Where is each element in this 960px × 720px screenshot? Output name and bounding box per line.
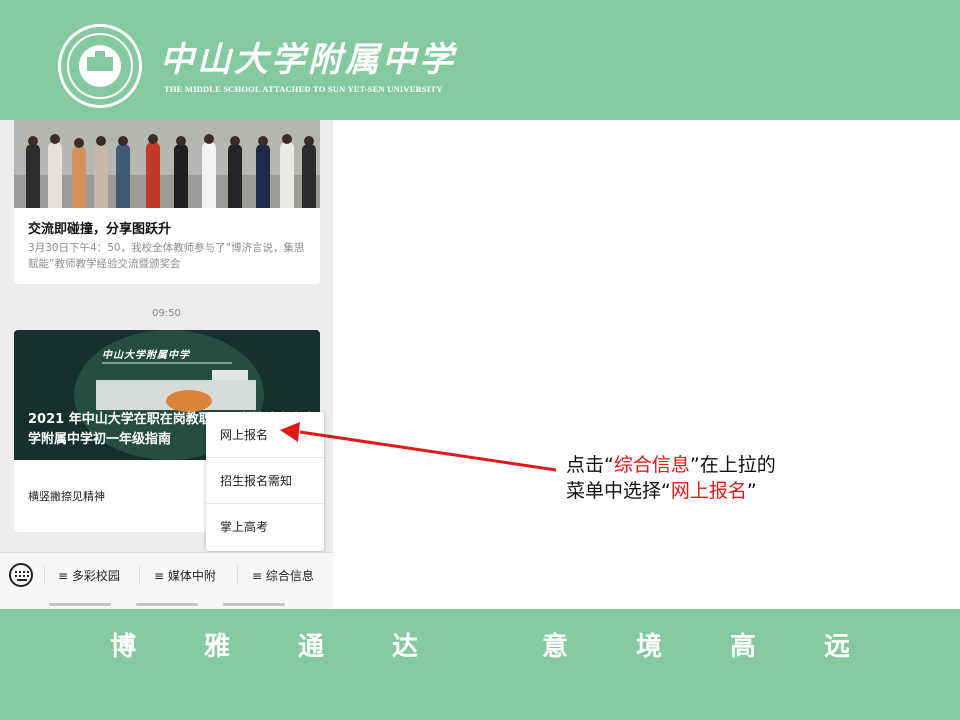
motto-char: 意 <box>542 632 569 662</box>
motto-char: 远 <box>824 632 851 662</box>
note-highlight: 综合信息 <box>613 454 690 476</box>
note-text: ” <box>746 480 757 502</box>
note-highlight: 网上报名 <box>670 480 747 502</box>
motto-char: 通 <box>298 632 325 662</box>
note-text: 点击“ <box>566 454 614 476</box>
motto-char: 雅 <box>204 632 231 662</box>
motto-char: 高 <box>730 632 757 662</box>
footer-banner: 博 雅 通 达 意 境 高 远 <box>0 609 960 720</box>
note-text: ”在上拉的 <box>689 454 776 476</box>
motto-char: 境 <box>636 632 663 662</box>
motto-char: 博 <box>110 632 137 662</box>
instruction-note: 点击“综合信息”在上拉的 菜单中选择“网上报名” <box>566 452 776 504</box>
motto-char: 达 <box>392 632 419 662</box>
note-text: 菜单中选择“ <box>566 480 671 502</box>
